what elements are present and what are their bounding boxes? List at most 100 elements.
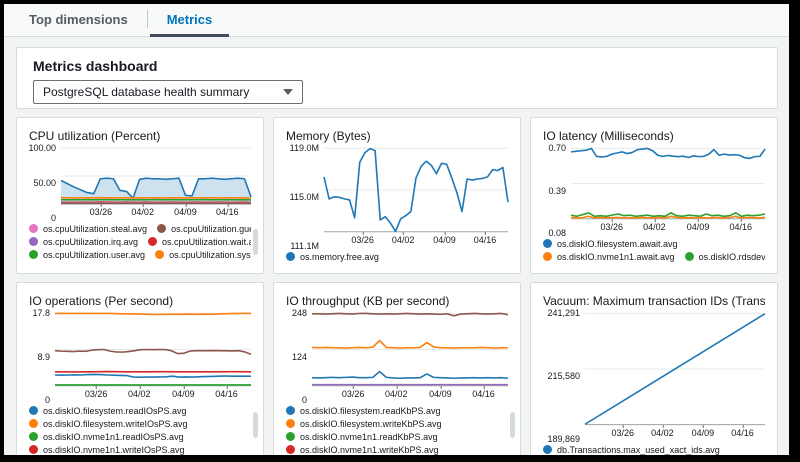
legend-item[interactable]: os.diskIO.filesystem.await.avg — [543, 239, 678, 249]
legend-row: os.diskIO.filesystem.await.avg — [543, 237, 765, 250]
legend-item[interactable]: os.cpuUtilization.wait.avg — [148, 237, 251, 247]
x-axis-labels: 03/2604/0204/0904/16 — [312, 386, 508, 400]
plot-area — [312, 313, 508, 386]
legend-row: os.diskIO.nvme1n1.readKbPS.avg — [286, 430, 508, 443]
y-tick-label: 0 — [45, 395, 50, 405]
legend-item[interactable]: os.cpuUtilization.guest.avg — [157, 224, 251, 234]
chart-card-vacuum-max-transaction-ids: Vacuum: Maximum transaction IDs (Transac… — [530, 282, 778, 455]
legend-item[interactable]: os.diskIO.nvme1n1.await.avg — [543, 252, 675, 262]
chart-title: IO throughput (KB per second) — [286, 293, 508, 309]
chart-body: 241,291215,580189,869 03/2604/0204/0904/… — [543, 313, 765, 439]
chart-card-memory: Memory (Bytes) 119.0M115.0M111.1M 03/260… — [273, 117, 521, 274]
series-line-os.diskIO.filesystem.writeIOsPS.avg — [55, 313, 251, 314]
plot-area — [61, 148, 251, 204]
tab-top-dimensions[interactable]: Top dimensions — [12, 3, 145, 37]
legend-label: os.cpuUtilization.user.avg — [43, 250, 145, 260]
legend-color-dot — [29, 250, 38, 259]
chart-body: 17.88.90 03/2604/0204/0904/16 — [29, 313, 251, 400]
y-tick-label: 241,291 — [547, 308, 580, 318]
x-tick-label: 04/09 — [429, 389, 452, 399]
legend-item[interactable]: os.diskIO.rdsdev.await.avg — [685, 252, 765, 262]
y-tick-label: 50.00 — [33, 178, 56, 188]
legend-label: os.diskIO.filesystem.writeIOsPS.avg — [43, 419, 188, 429]
legend-item[interactable]: os.diskIO.nvme1n1.writeIOsPS.avg — [29, 445, 185, 455]
series-line-series-brown — [312, 313, 508, 315]
x-tick-label: 04/16 — [472, 389, 495, 399]
legend-color-dot — [29, 406, 38, 415]
x-tick-label: 04/16 — [731, 428, 754, 438]
chart-body: 100.0050.000 03/2604/0204/0904/16 — [29, 148, 251, 218]
legend-item[interactable]: os.cpuUtilization.system.avg — [155, 250, 251, 260]
legend-row: os.diskIO.filesystem.readKbPS.avg — [286, 404, 508, 417]
legend-item[interactable]: os.memory.free.avg — [286, 252, 379, 262]
legend-color-dot — [543, 239, 552, 248]
legend-color-dot — [543, 445, 552, 454]
legend-scrollbar[interactable] — [510, 412, 515, 438]
chart-svg — [312, 313, 508, 386]
x-tick-label: 03/26 — [85, 389, 108, 399]
legend-item[interactable]: os.diskIO.nvme1n1.writeKbPS.avg — [286, 445, 439, 455]
x-tick-label: 04/09 — [687, 222, 710, 232]
legend-item[interactable]: os.cpuUtilization.irq.avg — [29, 237, 138, 247]
x-tick-label: 04/02 — [392, 235, 415, 245]
series-line-os.diskIO.filesystem.readKbPS.avg — [312, 372, 508, 379]
legend-row: os.diskIO.nvme1n1.writeIOsPS.avg — [29, 443, 251, 455]
legend-label: db.Transactions.max_used_xact_ids.avg — [557, 445, 720, 455]
chart-card-io-operations: IO operations (Per second) 17.88.90 03/2… — [16, 282, 264, 455]
y-tick-label: 215,580 — [547, 371, 580, 381]
legend-item[interactable]: os.diskIO.nvme1n1.readIOsPS.avg — [29, 432, 184, 442]
legend-row: os.diskIO.filesystem.writeKbPS.avg — [286, 417, 508, 430]
panel-title: Metrics dashboard — [33, 58, 761, 74]
legend-row: os.diskIO.filesystem.writeIOsPS.avg — [29, 417, 251, 430]
legend-scrollbar[interactable] — [253, 229, 258, 255]
x-tick-label: 04/02 — [385, 389, 408, 399]
legend-row: os.diskIO.nvme1n1.await.avg os.diskIO.rds… — [543, 250, 765, 263]
legend-label: os.diskIO.filesystem.readKbPS.avg — [300, 406, 441, 416]
legend-label: os.memory.free.avg — [300, 252, 379, 262]
tab-divider — [147, 10, 148, 28]
plot-wrap: 03/2604/0204/0904/16 — [585, 313, 765, 439]
y-tick-label: 17.8 — [32, 308, 50, 318]
legend-color-dot — [685, 252, 694, 261]
legend-item[interactable]: os.diskIO.filesystem.writeKbPS.avg — [286, 419, 442, 429]
chart-body: 119.0M115.0M111.1M 03/2604/0204/0904/16 — [286, 148, 508, 246]
plot-area — [571, 148, 765, 219]
legend-row: os.diskIO.filesystem.readIOsPS.avg — [29, 404, 251, 417]
chart-body: 0.700.390.08 03/2604/0204/0904/16 — [543, 148, 765, 233]
legend-color-dot — [286, 419, 295, 428]
legend-item[interactable]: db.Transactions.max_used_xact_ids.avg — [543, 445, 720, 455]
page-content: Metrics dashboard PostgreSQL database he… — [4, 37, 789, 455]
x-tick-label: 04/09 — [692, 428, 715, 438]
chart-legend: os.diskIO.filesystem.readKbPS.avg os.disk… — [286, 400, 508, 455]
legend-row: os.cpuUtilization.user.avg os.cpuUtilizat… — [29, 248, 251, 261]
x-tick-label: 04/09 — [174, 207, 197, 217]
legend-item[interactable]: os.diskIO.filesystem.readIOsPS.avg — [29, 406, 187, 416]
legend-row: os.diskIO.nvme1n1.writeKbPS.avg — [286, 443, 508, 455]
x-tick-label: 04/02 — [651, 428, 674, 438]
legend-item[interactable]: os.diskIO.nvme1n1.readKbPS.avg — [286, 432, 438, 442]
x-tick-label: 03/26 — [351, 235, 374, 245]
legend-scrollbar[interactable] — [253, 412, 258, 438]
legend-color-dot — [29, 224, 38, 233]
legend-label: os.diskIO.filesystem.writeKbPS.avg — [300, 419, 442, 429]
x-tick-label: 04/02 — [643, 222, 666, 232]
legend-label: os.diskIO.filesystem.await.avg — [557, 239, 678, 249]
legend-label: os.diskIO.rdsdev.await.avg — [699, 252, 765, 262]
legend-color-dot — [286, 432, 295, 441]
dashboard-selector[interactable]: PostgreSQL database health summary — [33, 80, 303, 104]
legend-item[interactable]: os.diskIO.filesystem.writeIOsPS.avg — [29, 419, 188, 429]
legend-item[interactable]: os.cpuUtilization.nice.avg — [29, 263, 145, 264]
legend-item[interactable]: os.cpuUtilization.steal.avg — [29, 224, 147, 234]
x-tick-label: 04/16 — [729, 222, 752, 232]
legend-item[interactable]: os.diskIO.filesystem.readKbPS.avg — [286, 406, 441, 416]
app-window: Top dimensions Metrics Metrics dashboard… — [0, 0, 800, 462]
legend-label: os.diskIO.nvme1n1.writeIOsPS.avg — [43, 445, 185, 455]
legend-item[interactable]: os.cpuUtilization.user.avg — [29, 250, 145, 260]
y-axis-labels: 100.0050.000 — [29, 148, 61, 218]
chart-svg — [571, 148, 765, 219]
tab-metrics[interactable]: Metrics — [150, 3, 230, 37]
x-tick-label: 04/16 — [215, 389, 238, 399]
y-tick-label: 0 — [51, 213, 56, 223]
y-axis-labels: 17.88.90 — [29, 313, 55, 400]
x-axis-labels: 03/2604/0204/0904/16 — [61, 204, 251, 218]
